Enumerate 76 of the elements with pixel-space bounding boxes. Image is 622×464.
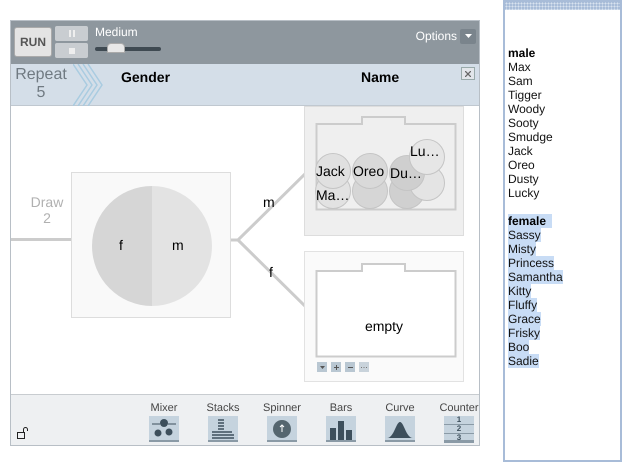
stacks-device-button[interactable]: [208, 416, 238, 442]
list-item[interactable]: Woody: [508, 102, 546, 116]
spinner-device-button[interactable]: [267, 416, 297, 442]
list-item[interactable]: Princess: [508, 256, 554, 270]
list-item[interactable]: Kitty: [508, 284, 532, 298]
pause-icon: [68, 30, 74, 37]
list-item[interactable]: Max: [508, 60, 531, 74]
counter-digit: 2: [444, 425, 474, 434]
add-button[interactable]: [331, 362, 341, 372]
list-item[interactable]: Sooty: [508, 116, 539, 130]
minus-icon: [348, 366, 352, 368]
ball-label: Du…: [390, 165, 422, 181]
more-button[interactable]: [359, 362, 369, 372]
list-item[interactable]: Sassy: [508, 228, 541, 242]
repeat-label: Repeat: [15, 66, 67, 84]
curve-device-button[interactable]: [385, 416, 415, 442]
mixer-device[interactable]: empty: [304, 251, 464, 382]
options-label: Options: [416, 28, 457, 45]
spinner-device[interactable]: f m: [71, 172, 231, 318]
ball-label: Oreo: [353, 163, 384, 179]
speed-label: Medium: [95, 25, 138, 39]
close-button[interactable]: [461, 67, 475, 80]
list-item[interactable]: Sam: [508, 74, 533, 88]
list-item[interactable]: Frisky: [508, 326, 540, 340]
ball-label: Jack: [316, 163, 345, 179]
dropdown-button[interactable]: [317, 362, 327, 372]
list-item[interactable]: Jack: [508, 144, 533, 158]
ball-label: Ma…: [316, 187, 350, 203]
slider-thumb[interactable]: [107, 43, 125, 53]
device-label: Mixer: [150, 402, 178, 415]
column-heading: Gender: [121, 68, 170, 87]
draw-count: 2: [43, 210, 51, 226]
list-item[interactable]: Boo: [508, 340, 530, 354]
list-item[interactable]: Fluffy: [508, 298, 538, 312]
spinner-label: m: [172, 236, 184, 255]
mixer-device-button[interactable]: [149, 416, 179, 442]
bars-device-button[interactable]: [326, 416, 356, 442]
mixer-device[interactable]: Lu… Jack Oreo Du… Ma…: [304, 106, 464, 236]
list-item[interactable]: Lucky: [508, 186, 540, 200]
caret-icon: [464, 34, 472, 38]
connector-line: [11, 238, 71, 241]
caret-icon: [320, 366, 324, 368]
list-item[interactable]: Samantha: [508, 270, 563, 284]
column-heading: Name: [361, 68, 400, 87]
stop-icon: [68, 48, 74, 54]
group-title[interactable]: female: [508, 214, 552, 228]
branch-label: m: [263, 193, 275, 212]
device-label: Bars: [330, 402, 352, 415]
ball-label: Lu…: [410, 143, 440, 159]
device-label: Curve: [385, 402, 415, 415]
branch-label: f: [269, 263, 273, 282]
list-item[interactable]: Tigger: [508, 88, 542, 102]
device-label: Counter: [439, 402, 479, 415]
list-item[interactable]: Grace: [508, 312, 541, 326]
repeat-count: 5: [36, 84, 46, 102]
list-item[interactable]: Smudge: [508, 130, 553, 144]
device-label: Stacks: [206, 402, 240, 415]
list-item[interactable]: Dusty: [508, 172, 539, 186]
empty-label: empty: [364, 317, 404, 336]
close-icon: [465, 70, 471, 76]
plus-icon: [334, 364, 338, 370]
group-title[interactable]: male: [508, 46, 542, 60]
remove-button[interactable]: [345, 362, 355, 372]
counter-device-button[interactable]: 1 2 3: [444, 416, 474, 442]
options-dropdown-button[interactable]: [460, 28, 476, 44]
run-button[interactable]: RUN: [14, 27, 52, 57]
device-label: Spinner: [263, 402, 301, 415]
counter-digit: 1: [444, 416, 474, 425]
speed-slider[interactable]: [95, 43, 161, 53]
spinner-label: f: [119, 236, 123, 255]
counter-digit: 3: [444, 434, 474, 443]
unlock-icon: [17, 427, 29, 439]
list-item[interactable]: Misty: [508, 242, 536, 256]
draw-label: Draw: [30, 194, 64, 210]
list-item[interactable]: Oreo: [508, 158, 535, 172]
list-item[interactable]: Sadie: [508, 354, 539, 368]
